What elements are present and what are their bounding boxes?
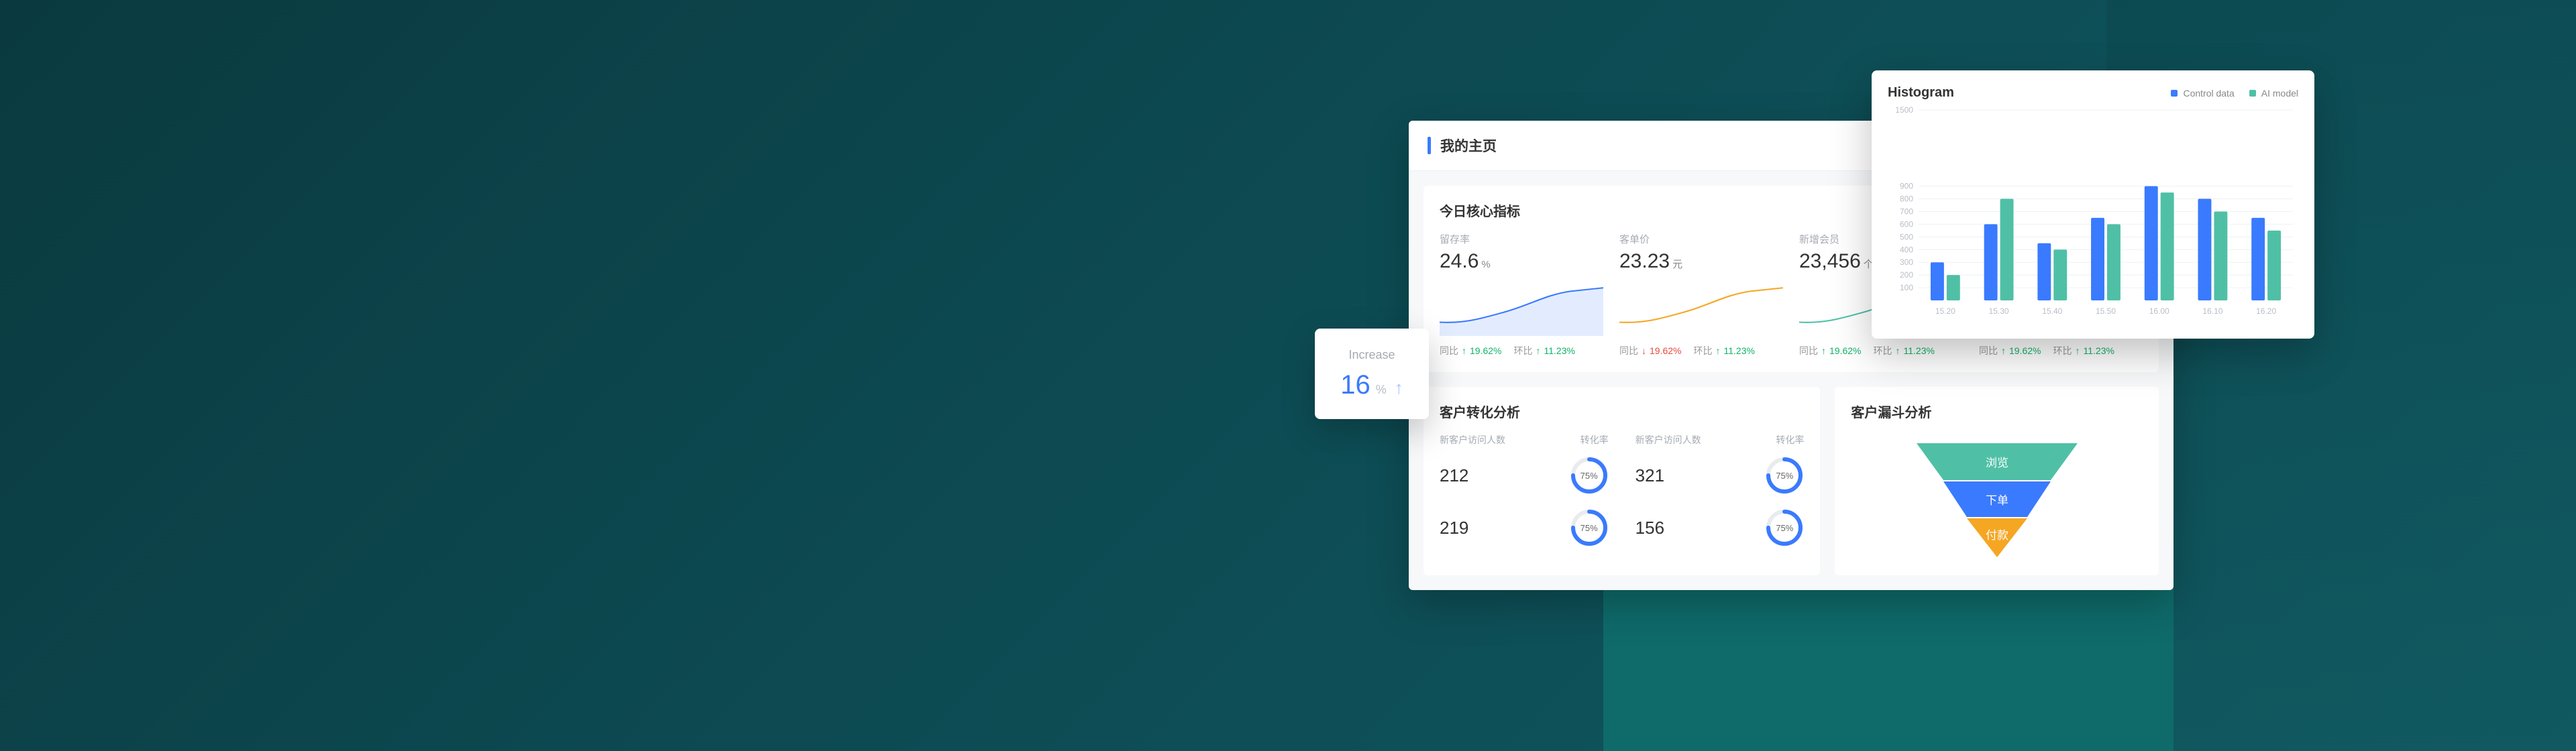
histogram-chart: 100 200 300 400 500 600 700 800 900 1500 15.20 15.3… [1888, 105, 2298, 319]
svg-text:500: 500 [1900, 232, 1913, 241]
funnel-card: 客户漏斗分析 浏览 下单 付款 [1835, 387, 2159, 575]
funnel-chart: 浏览 下单 付款 [1910, 440, 2084, 561]
svg-text:800: 800 [1900, 194, 1913, 204]
progress-ring: 75% [1570, 508, 1609, 547]
compare-cell: 同比↑19.62%环比↑11.23% [1440, 344, 1603, 357]
page-title: 我的主页 [1440, 135, 1497, 156]
metric-retention: 留存率 24.6% [1440, 232, 1603, 273]
svg-text:16.10: 16.10 [2202, 306, 2222, 316]
svg-text:600: 600 [1900, 219, 1913, 229]
svg-text:400: 400 [1900, 245, 1913, 254]
conversion-card: 客户转化分析 新客户访问人数 转化率 新客户访问人数 转化率 21275%321… [1424, 387, 1820, 575]
histogram-title: Histogram [1888, 85, 1954, 101]
svg-text:100: 100 [1900, 283, 1913, 292]
svg-text:下单: 下单 [1986, 494, 2008, 507]
conversion-cell: 21975% [1440, 508, 1609, 547]
progress-ring: 75% [1765, 508, 1804, 547]
svg-text:15.50: 15.50 [2096, 306, 2116, 316]
svg-text:15.20: 15.20 [1935, 306, 1955, 316]
svg-text:15.30: 15.30 [1989, 306, 2009, 316]
svg-text:16.20: 16.20 [2256, 306, 2276, 316]
progress-ring: 75% [1570, 456, 1609, 495]
metric-ticket: 客单价 23.23元 [1619, 232, 1783, 273]
svg-text:浏览: 浏览 [1986, 457, 2008, 469]
conversion-cell: 32175% [1635, 456, 1805, 495]
compare-cell: 同比↓19.62%环比↑11.23% [1619, 344, 1783, 357]
arrow-up-icon: ↑ [1395, 378, 1403, 398]
progress-ring: 75% [1765, 456, 1804, 495]
increase-popout: Increase 16 % ↑ [1315, 329, 1429, 419]
conversion-cell: 21275% [1440, 456, 1609, 495]
svg-text:付款: 付款 [1986, 529, 2008, 542]
histogram-card: Histogram Control data AI model 100 200 30… [1872, 70, 2314, 339]
compare-cell: 同比↑19.62%环比↑11.23% [1799, 344, 1963, 357]
conversion-cell: 15675% [1635, 508, 1805, 547]
sparkline-1 [1440, 281, 1603, 336]
svg-text:900: 900 [1900, 182, 1913, 191]
svg-text:300: 300 [1900, 257, 1913, 267]
svg-text:15.40: 15.40 [2042, 306, 2062, 316]
sparkline-2 [1619, 281, 1783, 336]
accent-bar [1428, 137, 1431, 154]
compare-cell: 同比↑19.62%环比↑11.23% [1979, 344, 2143, 357]
svg-text:700: 700 [1900, 207, 1913, 216]
svg-text:1500: 1500 [1895, 105, 1913, 115]
svg-text:200: 200 [1900, 270, 1913, 280]
svg-text:16.00: 16.00 [2149, 306, 2169, 316]
histogram-legend: Control data AI model [2171, 88, 2298, 99]
